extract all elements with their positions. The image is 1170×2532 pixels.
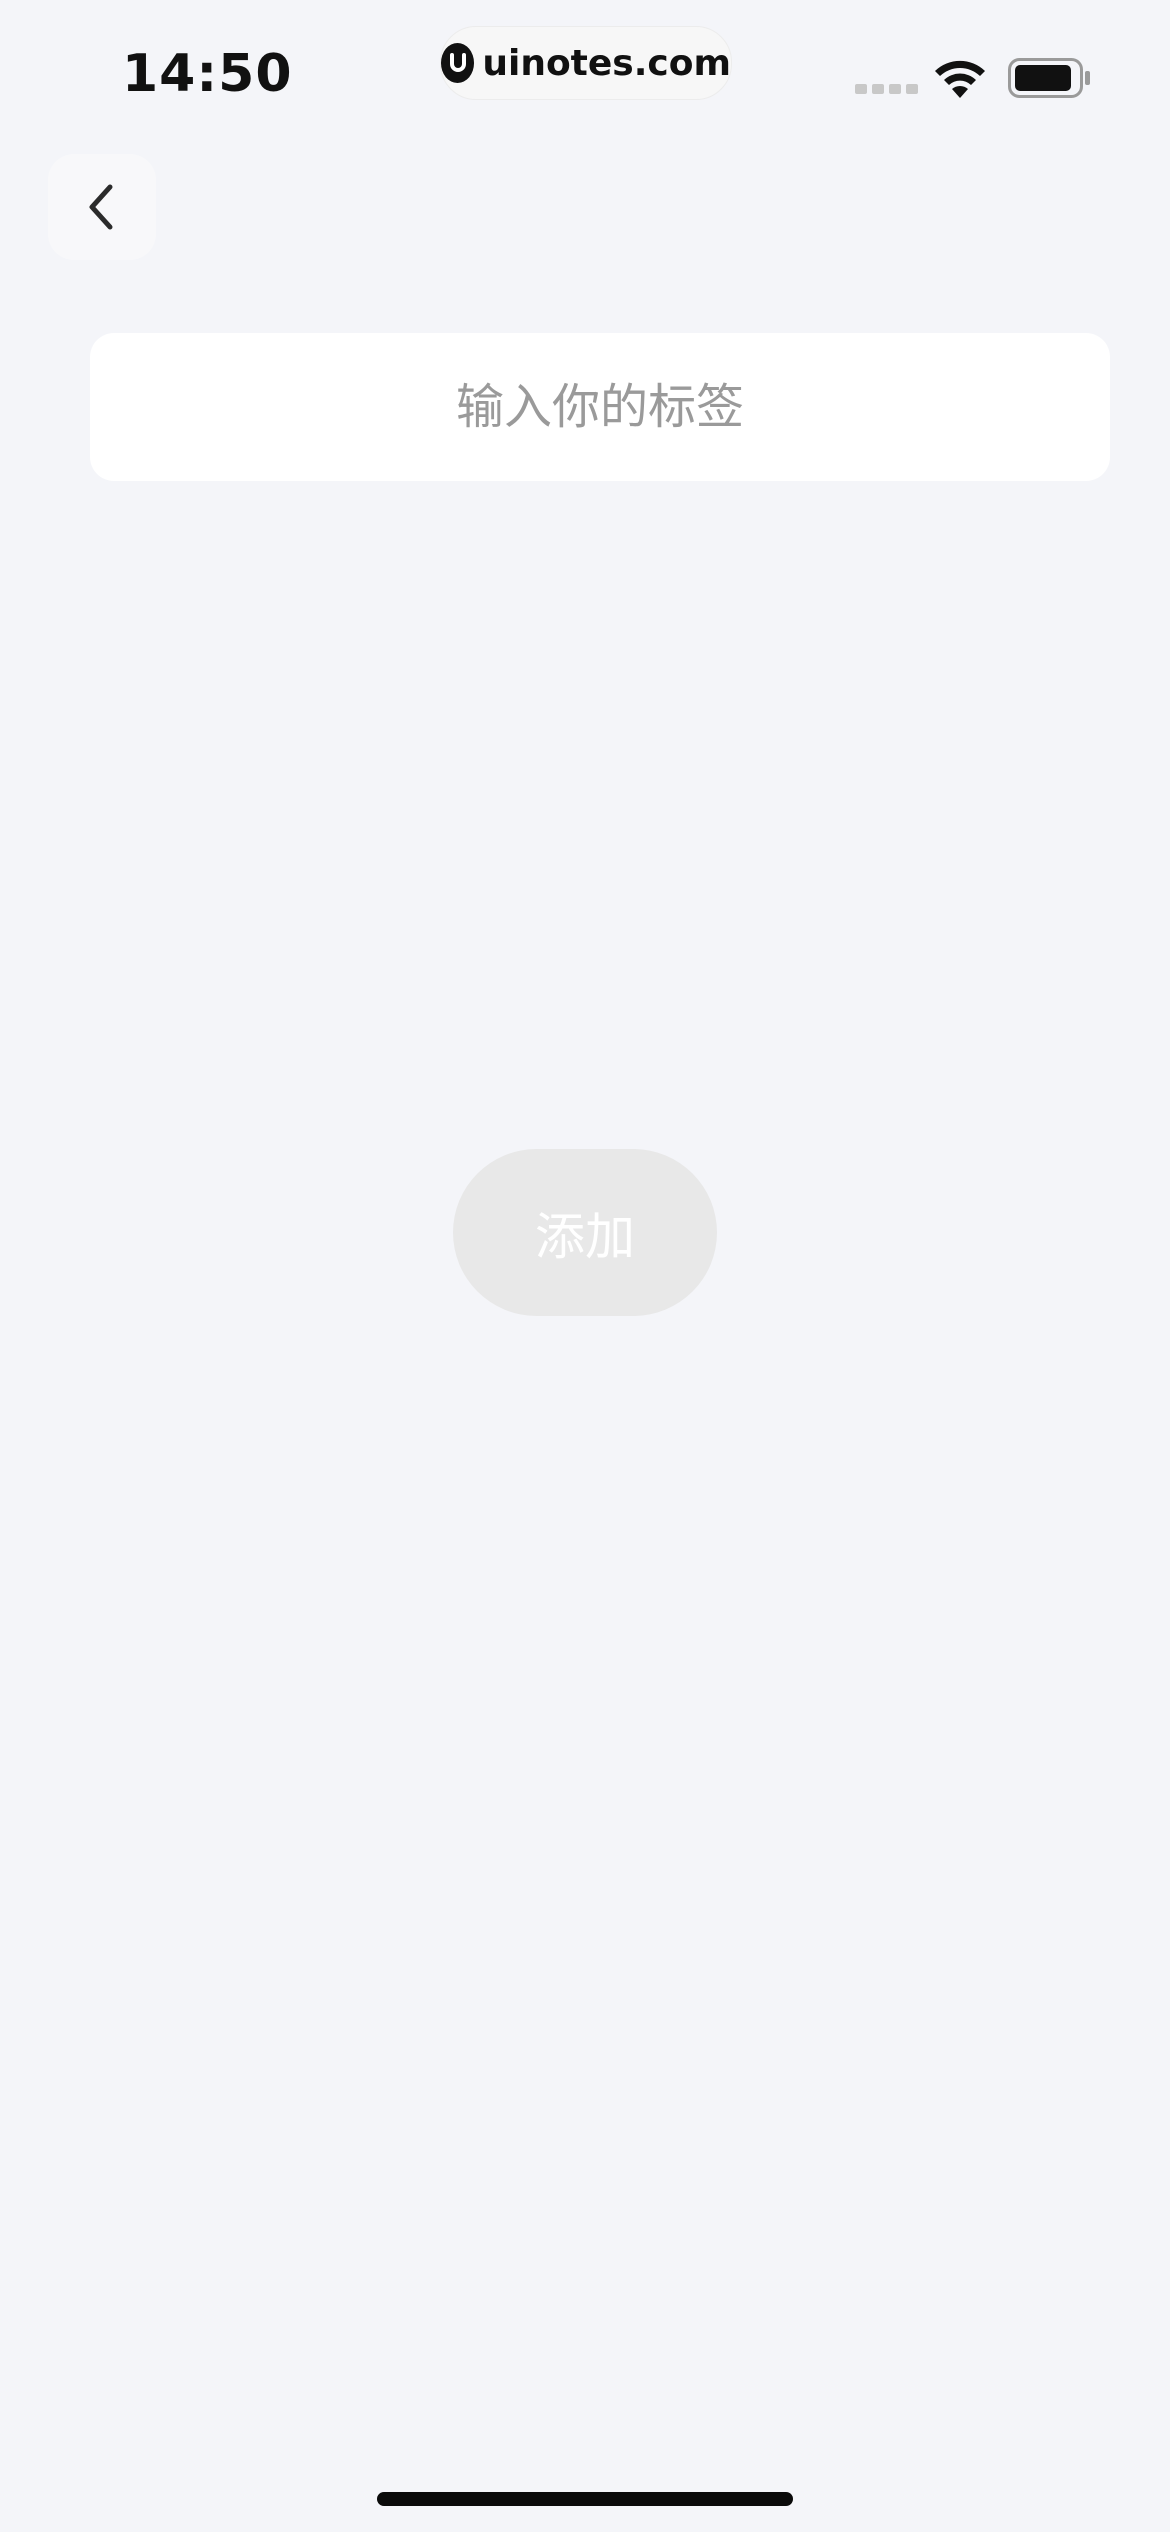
status-bar: 14:50 uinotes.com: [0, 0, 1170, 140]
back-button[interactable]: [48, 154, 156, 260]
tag-input-container: [90, 333, 1110, 481]
wifi-icon: [932, 56, 988, 104]
tag-input[interactable]: [90, 333, 1110, 481]
cellular-signal-icon: [855, 84, 918, 94]
watermark-logo-icon: [441, 43, 475, 83]
chevron-left-icon: [89, 184, 113, 230]
battery-icon: [1008, 58, 1092, 102]
watermark-badge: uinotes.com: [440, 26, 732, 100]
status-time: 14:50: [122, 44, 293, 104]
add-button[interactable]: 添加: [453, 1149, 717, 1316]
home-indicator: [377, 2492, 793, 2506]
watermark-text: uinotes.com: [482, 42, 731, 84]
